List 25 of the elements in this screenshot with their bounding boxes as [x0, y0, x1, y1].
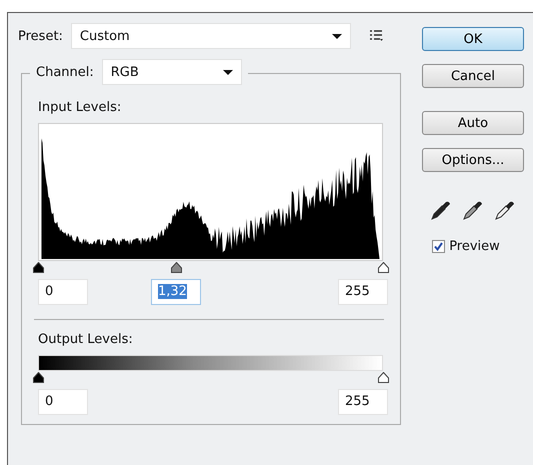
input-levels-label: Input Levels: — [38, 100, 122, 115]
eyedropper-icon[interactable] — [462, 199, 484, 221]
ok-button[interactable]: OK — [422, 27, 524, 51]
output-shadow-field[interactable]: 0 — [38, 389, 88, 415]
preset-dropdown[interactable]: Custom — [70, 23, 351, 49]
shadow-slider[interactable] — [33, 262, 44, 273]
list-menu-icon[interactable] — [368, 29, 385, 43]
auto-button[interactable]: Auto — [422, 111, 524, 135]
input-shadow-field[interactable]: 0 — [38, 279, 88, 305]
options-button[interactable]: Options... — [422, 148, 524, 172]
output-highlight-slider[interactable] — [378, 372, 389, 383]
highlight-slider[interactable] — [378, 262, 389, 273]
channel-label: Channel: — [36, 64, 94, 80]
output-highlight-field[interactable]: 255 — [338, 389, 388, 415]
preview-label: Preview — [449, 239, 500, 254]
cancel-button[interactable]: Cancel — [422, 64, 524, 88]
output-shadow-slider[interactable] — [33, 372, 44, 383]
preset-label: Preset: — [18, 28, 63, 44]
channel-dropdown[interactable]: RGB — [102, 59, 242, 85]
eyedropper-icon[interactable] — [494, 199, 516, 221]
input-highlight-field[interactable]: 255 — [338, 279, 388, 305]
output-levels-label: Output Levels: — [38, 332, 134, 347]
eyedropper-icon[interactable] — [430, 199, 452, 221]
gamma-field[interactable]: 1,32 — [151, 279, 201, 305]
preview-checkbox[interactable] — [432, 240, 446, 253]
